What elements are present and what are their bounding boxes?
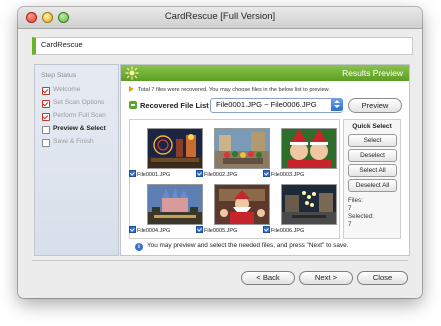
thumbnail-filename: File0003.JPG: [271, 172, 305, 178]
back-button[interactable]: < Back: [241, 271, 295, 285]
next-button[interactable]: Next >: [299, 271, 353, 285]
step-pending-box-icon: [42, 126, 50, 134]
step-perform-full-scan: Perform Full Scan: [42, 111, 118, 123]
results-header: Results Preview: [121, 65, 409, 81]
photo-elves: [282, 129, 336, 168]
step-status-title: Step Status: [41, 72, 77, 79]
play-arrow-icon: [129, 86, 134, 92]
recovered-file-list-label: Recovered File List: [129, 101, 209, 110]
window-title: CardRescue [Full Version]: [164, 11, 276, 22]
select-arrows-icon[interactable]: [331, 98, 343, 111]
step-set-scan-options: Set Scan Options: [42, 98, 118, 110]
title-bar: CardRescue [Full Version]: [18, 7, 422, 29]
thumbnail-checkbox-5[interactable]: [196, 226, 203, 233]
file-range-value: File0001.JPG ~ File0006.JPG: [216, 100, 317, 109]
app-name-label: CardRescue: [41, 40, 83, 49]
files-count: 7: [348, 205, 352, 212]
selected-count: 7: [348, 221, 352, 228]
step-label: Perform Full Scan: [53, 112, 106, 119]
thumbnail-image-6[interactable]: [281, 184, 337, 225]
thumbnail-filename: File0005.JPG: [204, 228, 238, 234]
thumbnail-checkbox-2[interactable]: [196, 170, 203, 177]
step-label: Save & Finish: [53, 138, 94, 145]
thumbnail-checkbox-1[interactable]: [129, 170, 136, 177]
step-status-sidebar: Step Status Welcome Set Scan Options Per…: [34, 64, 119, 256]
thumbnail-image-2[interactable]: [214, 128, 270, 169]
app-name-bar: CardRescue: [32, 37, 413, 55]
info-text: Total 7 files were recovered. You may ch…: [138, 87, 330, 93]
thumbnail-checkbox-6[interactable]: [263, 226, 270, 233]
step-preview-select: Preview & Select: [42, 124, 118, 136]
thumbnail-checkbox-4[interactable]: [129, 226, 136, 233]
step-label: Welcome: [53, 86, 81, 93]
photo-parade: [215, 129, 269, 168]
thumbnail-image-4[interactable]: [147, 184, 203, 225]
step-pending-box-icon: [42, 139, 50, 147]
photo-castle: [148, 185, 202, 224]
quick-select-title: Quick Select: [352, 123, 392, 130]
footer-divider: [32, 260, 408, 261]
preview-button[interactable]: Preview: [348, 98, 402, 113]
hint-text: You may preview and select the needed fi…: [147, 242, 349, 249]
thumbnail-caption-5[interactable]: File0005.JPG: [196, 226, 237, 234]
results-panel: Results Preview Total 7 files were recov…: [120, 64, 410, 256]
file-range-select[interactable]: File0001.JPG ~ File0006.JPG: [210, 98, 343, 113]
thumbnail-image-1[interactable]: [147, 128, 203, 169]
app-window: CardRescue [Full Version] CardRescue Ste…: [18, 7, 422, 298]
step-done-check-icon: [42, 100, 50, 108]
thumbnail-checkbox-3[interactable]: [263, 170, 270, 177]
thumbnail-filename: File0001.JPG: [137, 172, 171, 178]
photo-santa: [215, 185, 269, 224]
results-preview-title: Results Preview: [342, 68, 403, 78]
quick-select-panel: Quick Select Select Deselect Select All …: [343, 119, 401, 239]
deselect-all-button[interactable]: Deselect All: [348, 179, 397, 192]
thumbnail-caption-3[interactable]: File0003.JPG: [263, 170, 304, 178]
thumbnail-caption-6[interactable]: File0006.JPG: [263, 226, 304, 234]
thumbnail-image-5[interactable]: [214, 184, 270, 225]
thumbnail-filename: File0004.JPG: [137, 228, 171, 234]
sparkle-icon: [125, 66, 139, 80]
thumbnail-caption-2[interactable]: File0002.JPG: [196, 170, 237, 178]
hint-line: i You may preview and select the needed f…: [135, 242, 348, 251]
info-line: Total 7 files were recovered. You may ch…: [129, 86, 330, 93]
step-save-finish: Save & Finish: [42, 137, 118, 149]
thumbnail-caption-1[interactable]: File0001.JPG: [129, 170, 170, 178]
step-done-check-icon: [42, 113, 50, 121]
step-welcome: Welcome: [42, 85, 118, 97]
thumbnail-filename: File0002.JPG: [204, 172, 238, 178]
step-label: Preview & Select: [53, 125, 106, 132]
thumbnail-caption-4[interactable]: File0004.JPG: [129, 226, 170, 234]
thumbnail-filename: File0006.JPG: [271, 228, 305, 234]
files-label: Files:: [348, 197, 363, 204]
select-all-button[interactable]: Select All: [348, 164, 397, 177]
recovered-list-icon: [129, 101, 137, 109]
close-button[interactable]: Close: [357, 271, 408, 285]
thumbnail-image-3[interactable]: [281, 128, 337, 169]
photo-amusement-park: [148, 129, 202, 168]
info-icon: i: [135, 243, 143, 251]
select-button[interactable]: Select: [348, 134, 397, 147]
recovered-label-text: Recovered File List: [140, 101, 209, 110]
thumbnail-grid: File0001.JPG File0002.JPG File0003.JPG F…: [129, 119, 340, 239]
deselect-button[interactable]: Deselect: [348, 149, 397, 162]
selected-label: Selected:: [348, 213, 374, 220]
step-done-check-icon: [42, 87, 50, 95]
step-label: Set Scan Options: [53, 99, 105, 106]
photo-street-lights: [282, 185, 336, 224]
